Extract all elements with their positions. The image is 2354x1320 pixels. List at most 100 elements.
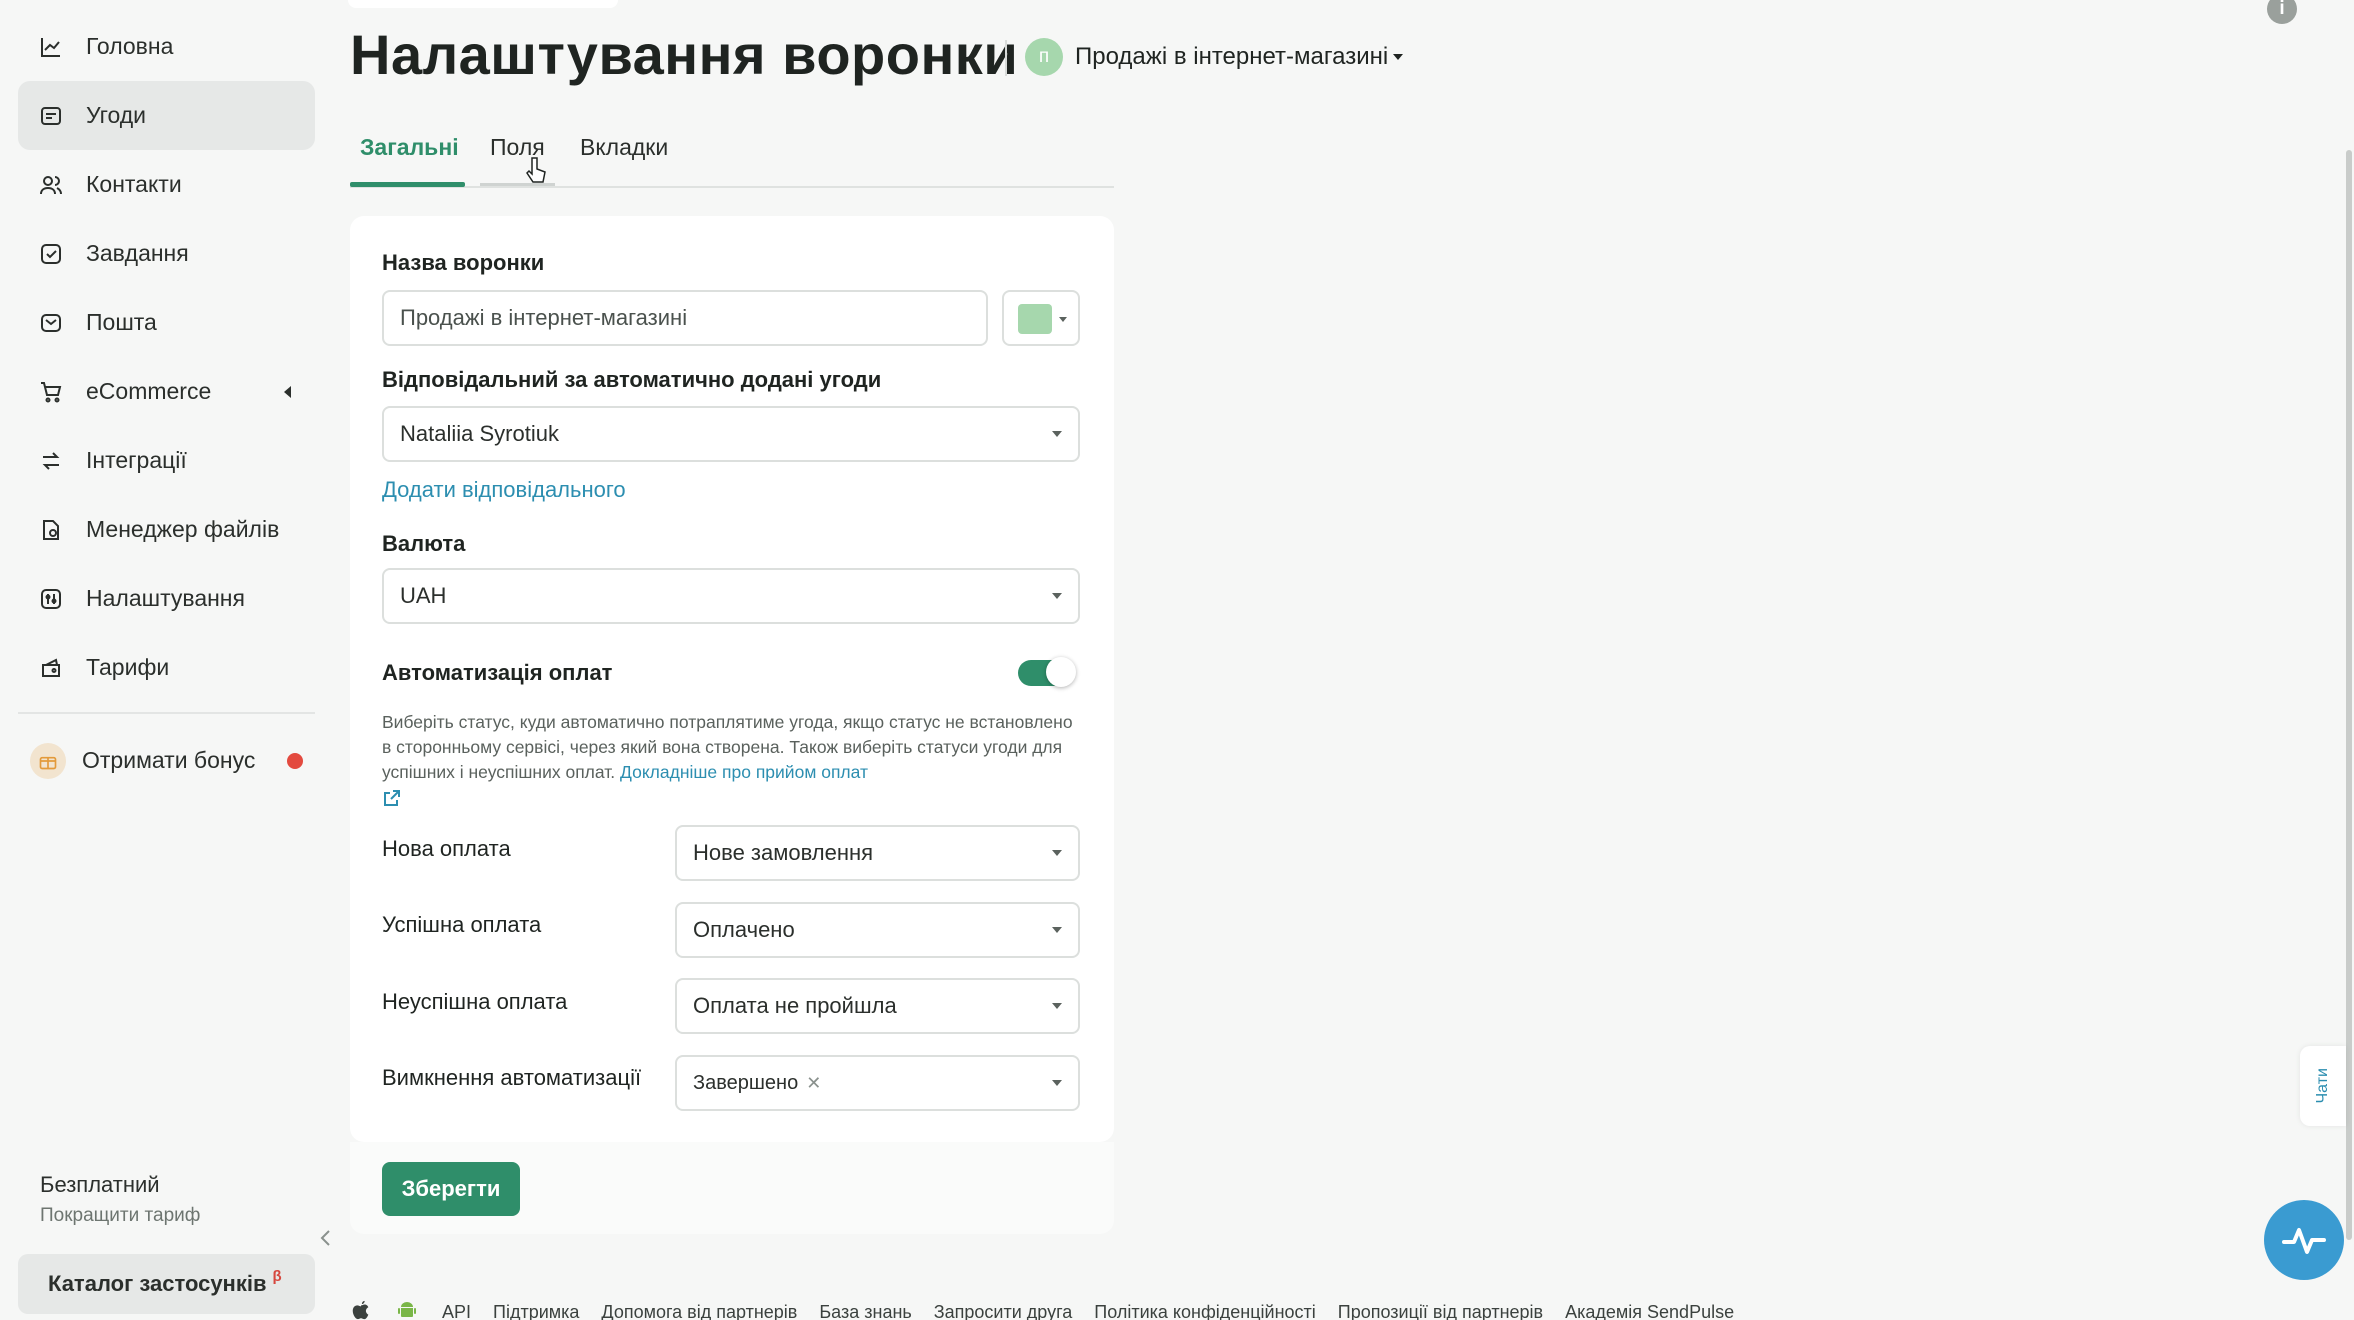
top-strip xyxy=(348,0,618,8)
chevron-down-icon xyxy=(1052,850,1062,856)
sidebar-item-tasks[interactable]: Завдання xyxy=(18,219,315,288)
sidebar-item-settings[interactable]: Налаштування xyxy=(18,564,315,633)
payment-automation-toggle[interactable] xyxy=(1018,657,1076,687)
successful-payment-select[interactable]: Оплачено xyxy=(675,902,1080,958)
funnel-color-picker[interactable] xyxy=(1002,290,1080,346)
app-catalog-button[interactable]: Каталог застосунків β xyxy=(18,1254,315,1314)
cart-icon xyxy=(38,379,64,405)
successful-payment-label: Успішна оплата xyxy=(382,912,542,937)
page-scrollbar[interactable] xyxy=(2346,150,2352,1240)
add-responsible-link[interactable]: Додати відповідального xyxy=(382,477,626,503)
tariffs-icon xyxy=(38,655,64,681)
tab-attachments[interactable]: Вкладки xyxy=(580,134,668,161)
disable-automation-select[interactable]: Завершено ✕ xyxy=(675,1055,1080,1111)
sidebar-item-integrations[interactable]: Інтеграції xyxy=(18,426,315,495)
notification-dot xyxy=(287,752,303,769)
pulse-widget-button[interactable] xyxy=(2264,1200,2344,1280)
currency-select[interactable]: UAH xyxy=(382,568,1080,624)
failed-payment-label: Неуспішна оплата xyxy=(382,989,568,1014)
sidebar-item-deals[interactable]: Угоди xyxy=(18,81,315,150)
funnel-avatar[interactable]: п xyxy=(1025,38,1063,76)
chats-tab[interactable]: Чати xyxy=(2300,1046,2346,1126)
funnel-name-input[interactable]: Продажі в інтернет-магазині xyxy=(382,290,988,346)
sidebar-item-label: Угоди xyxy=(86,102,147,128)
tab-general[interactable]: Загальні xyxy=(360,134,459,161)
sidebar-item-label: Отримати бонус xyxy=(82,747,256,773)
chart-line-icon xyxy=(38,34,64,60)
new-payment-select[interactable]: Нове замовлення xyxy=(675,825,1080,881)
gift-icon xyxy=(30,742,66,779)
new-payment-value: Нове замовлення xyxy=(693,840,874,865)
sidebar-item-label: Тарифи xyxy=(86,654,170,680)
footer-link-academy[interactable]: Академія SendPulse xyxy=(1565,1302,1734,1320)
page-footer: API Підтримка Допомога від партнерів Баз… xyxy=(350,1298,1756,1320)
mail-icon xyxy=(38,310,64,336)
save-button[interactable]: Зберегти xyxy=(382,1162,520,1216)
sidebar-divider xyxy=(18,712,315,714)
sidebar-item-label: Інтеграції xyxy=(86,447,187,473)
sidebar: Головна Угоди Контакти Завдання Пошта eC… xyxy=(0,0,330,1320)
sidebar-item-bonus[interactable]: Отримати бонус xyxy=(18,726,315,795)
contacts-icon xyxy=(38,172,64,198)
funnel-selector[interactable]: Продажі в інтернет-магазині xyxy=(1075,43,1388,71)
remove-chip-icon[interactable]: ✕ xyxy=(806,1073,821,1094)
payments-learn-more-link[interactable]: Докладніше про прийом оплат xyxy=(620,762,868,782)
chevron-down-icon xyxy=(1059,317,1067,322)
sidebar-item-mail[interactable]: Пошта xyxy=(18,288,315,357)
responsible-value: Nataliia Syrotiuk xyxy=(400,421,559,446)
sidebar-item-label: Завдання xyxy=(86,240,189,266)
apple-icon[interactable] xyxy=(350,1298,372,1320)
deals-icon xyxy=(38,103,64,129)
chevron-down-icon xyxy=(1052,1080,1062,1086)
footer-link-partner-help[interactable]: Допомога від партнерів xyxy=(601,1302,797,1320)
chevron-down-icon xyxy=(1052,593,1062,599)
collapse-sidebar-icon[interactable] xyxy=(316,1226,336,1250)
new-payment-label: Нова оплата xyxy=(382,836,511,861)
android-icon[interactable] xyxy=(394,1298,420,1320)
footer-link-support[interactable]: Підтримка xyxy=(493,1302,579,1320)
pulse-icon xyxy=(2282,1228,2326,1254)
failed-payment-select[interactable]: Оплата не пройшла xyxy=(675,978,1080,1034)
chevron-down-icon xyxy=(1052,431,1062,437)
color-swatch xyxy=(1018,304,1052,334)
integrations-icon xyxy=(38,448,64,474)
mouse-pointer-icon xyxy=(526,157,546,183)
info-icon[interactable]: i xyxy=(2267,0,2297,24)
footer-link-partner-offers[interactable]: Пропозиції від партнерів xyxy=(1338,1302,1543,1320)
sidebar-item-label: Налаштування xyxy=(86,585,245,611)
plan-name: Безплатний xyxy=(40,1172,160,1197)
external-link-icon[interactable] xyxy=(382,788,402,808)
sidebar-item-label: Пошта xyxy=(86,309,157,335)
chevron-down-icon[interactable] xyxy=(1393,54,1403,60)
sidebar-item-home[interactable]: Головна xyxy=(18,12,315,81)
sidebar-item-label: Контакти xyxy=(86,171,182,197)
chevron-down-icon xyxy=(1052,927,1062,933)
payment-automation-label: Автоматизація оплат xyxy=(382,660,613,685)
files-icon xyxy=(38,517,64,543)
settings-tabs: Загальні Поля Вкладки xyxy=(350,130,1114,188)
footer-link-invite-friend[interactable]: Запросити друга xyxy=(934,1302,1073,1320)
status-chip-label: Завершено xyxy=(693,1071,799,1094)
currency-label: Валюта xyxy=(382,531,466,556)
sidebar-item-label: eCommerce xyxy=(86,378,212,404)
sidebar-item-file-manager[interactable]: Менеджер файлів xyxy=(18,495,315,564)
currency-value: UAH xyxy=(400,583,447,608)
app-catalog-label: Каталог застосунків xyxy=(48,1271,267,1296)
sidebar-nav: Головна Угоди Контакти Завдання Пошта eC… xyxy=(18,12,315,795)
upgrade-plan-link[interactable]: Покращити тариф xyxy=(40,1205,200,1227)
successful-payment-value: Оплачено xyxy=(693,917,795,942)
sidebar-item-contacts[interactable]: Контакти xyxy=(18,150,315,219)
footer-link-privacy[interactable]: Політика конфіденційності xyxy=(1094,1302,1315,1320)
automation-description: Виберіть статус, куди автоматично потрап… xyxy=(382,710,1082,785)
chevron-down-icon xyxy=(1052,1003,1062,1009)
page-title: Налаштування воронки xyxy=(350,23,1019,86)
sidebar-item-tariffs[interactable]: Тарифи xyxy=(18,633,315,702)
settings-icon xyxy=(38,586,64,612)
funnel-name-label: Назва воронки xyxy=(382,250,545,275)
sidebar-item-ecommerce[interactable]: eCommerce xyxy=(18,357,315,426)
responsible-select[interactable]: Nataliia Syrotiuk xyxy=(382,406,1080,462)
disable-automation-label: Вимкнення автоматизації xyxy=(382,1065,642,1090)
footer-link-api[interactable]: API xyxy=(442,1302,471,1320)
footer-link-knowledge-base[interactable]: База знань xyxy=(819,1302,911,1320)
chevron-left-icon[interactable] xyxy=(284,385,291,398)
